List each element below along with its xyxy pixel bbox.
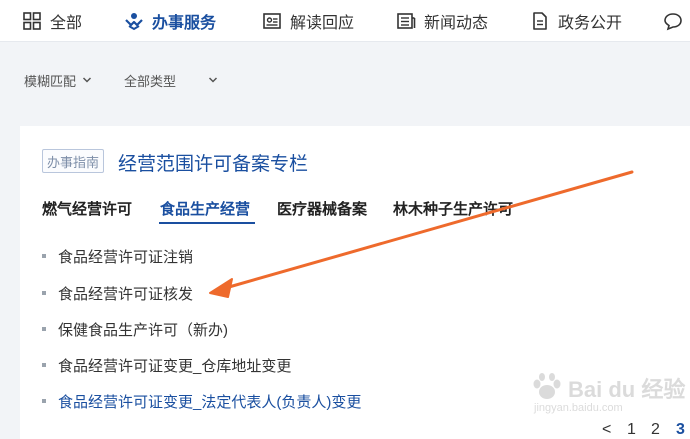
pager-page-1[interactable]: 1 xyxy=(627,420,636,439)
list-item-label: 食品经营许可证注销 xyxy=(58,248,194,266)
grid-icon xyxy=(23,12,41,30)
list-item[interactable]: 食品经营许可证核发 xyxy=(42,281,193,305)
chevron-down-icon xyxy=(82,77,92,83)
chevron-down-icon xyxy=(208,77,218,83)
list-item-label: 食品经营许可证变更_仓库地址变更 xyxy=(58,357,292,375)
nav-item-services[interactable]: 办事服务 xyxy=(124,0,216,42)
list-item[interactable]: 食品经营许可证注销 xyxy=(42,244,193,268)
bullet xyxy=(42,399,46,403)
handshake-icon xyxy=(125,13,143,31)
nav-label: 政务公开 xyxy=(558,15,623,32)
bullet xyxy=(42,363,46,367)
list-item[interactable]: 食品经营许可证变更_仓库地址变更 xyxy=(42,353,291,377)
pager-page-3[interactable]: 3 xyxy=(676,420,685,439)
nav-label: 新闻动态 xyxy=(424,15,489,32)
list-item[interactable]: 食品经营许可证变更_法定代表人(负责人)变更 xyxy=(42,389,361,413)
match-dropdown[interactable]: 模糊匹配 xyxy=(24,68,92,92)
chat-icon xyxy=(664,13,682,31)
document-icon xyxy=(533,12,547,30)
list-item-label: 食品经营许可证核发 xyxy=(58,285,194,303)
newspaper-icon xyxy=(397,13,416,29)
bullet xyxy=(42,291,46,295)
pager-prev[interactable]: < xyxy=(602,420,611,439)
bullet xyxy=(42,254,46,258)
list-item-label: 保健食品生产许可（新办) xyxy=(58,321,228,339)
active-tab-indicator xyxy=(159,222,255,224)
match-dropdown-label: 模糊匹配 xyxy=(24,73,77,89)
nav-item-all[interactable]: 全部 xyxy=(22,0,82,42)
nav-label: 解读回应 xyxy=(290,15,355,32)
baidu-watermark: Bai du 经验 jingyan.baidu.com xyxy=(528,372,685,420)
guide-tag: 办事指南 xyxy=(42,149,104,173)
type-dropdown[interactable]: 全部类型 xyxy=(124,68,218,92)
nav-item-chat[interactable] xyxy=(663,0,683,42)
nav-item-public[interactable]: 政务公开 xyxy=(530,0,622,42)
card-title: 经营范围许可备案专栏 xyxy=(118,153,309,175)
tab-seed-license[interactable]: 林木种子生产许可 xyxy=(393,193,513,223)
nav-item-interpretation[interactable]: 解读回应 xyxy=(262,0,354,42)
list-item[interactable]: 保健食品生产许可（新办) xyxy=(42,317,228,341)
paw-icon xyxy=(533,373,561,399)
watermark-url: jingyan.baidu.com xyxy=(534,402,623,414)
bullet xyxy=(42,327,46,331)
nav-label: 办事服务 xyxy=(152,15,217,32)
id-card-icon xyxy=(263,13,281,29)
list-item-label: 食品经营许可证变更_法定代表人(负责人)变更 xyxy=(58,393,362,411)
watermark-brand: Bai du 经验 xyxy=(568,377,686,402)
nav-item-news[interactable]: 新闻动态 xyxy=(396,0,488,42)
tab-gas-license[interactable]: 燃气经营许可 xyxy=(42,193,132,223)
nav-label: 全部 xyxy=(50,15,83,32)
pager-page-2[interactable]: 2 xyxy=(651,420,660,439)
type-dropdown-label: 全部类型 xyxy=(124,73,177,89)
tab-medical-devices[interactable]: 医疗器械备案 xyxy=(277,193,367,223)
tab-food-production[interactable]: 食品生产经营 xyxy=(160,193,250,223)
top-nav: 全部 办事服务 解读回应 新闻动态 政务公开 xyxy=(0,0,690,42)
